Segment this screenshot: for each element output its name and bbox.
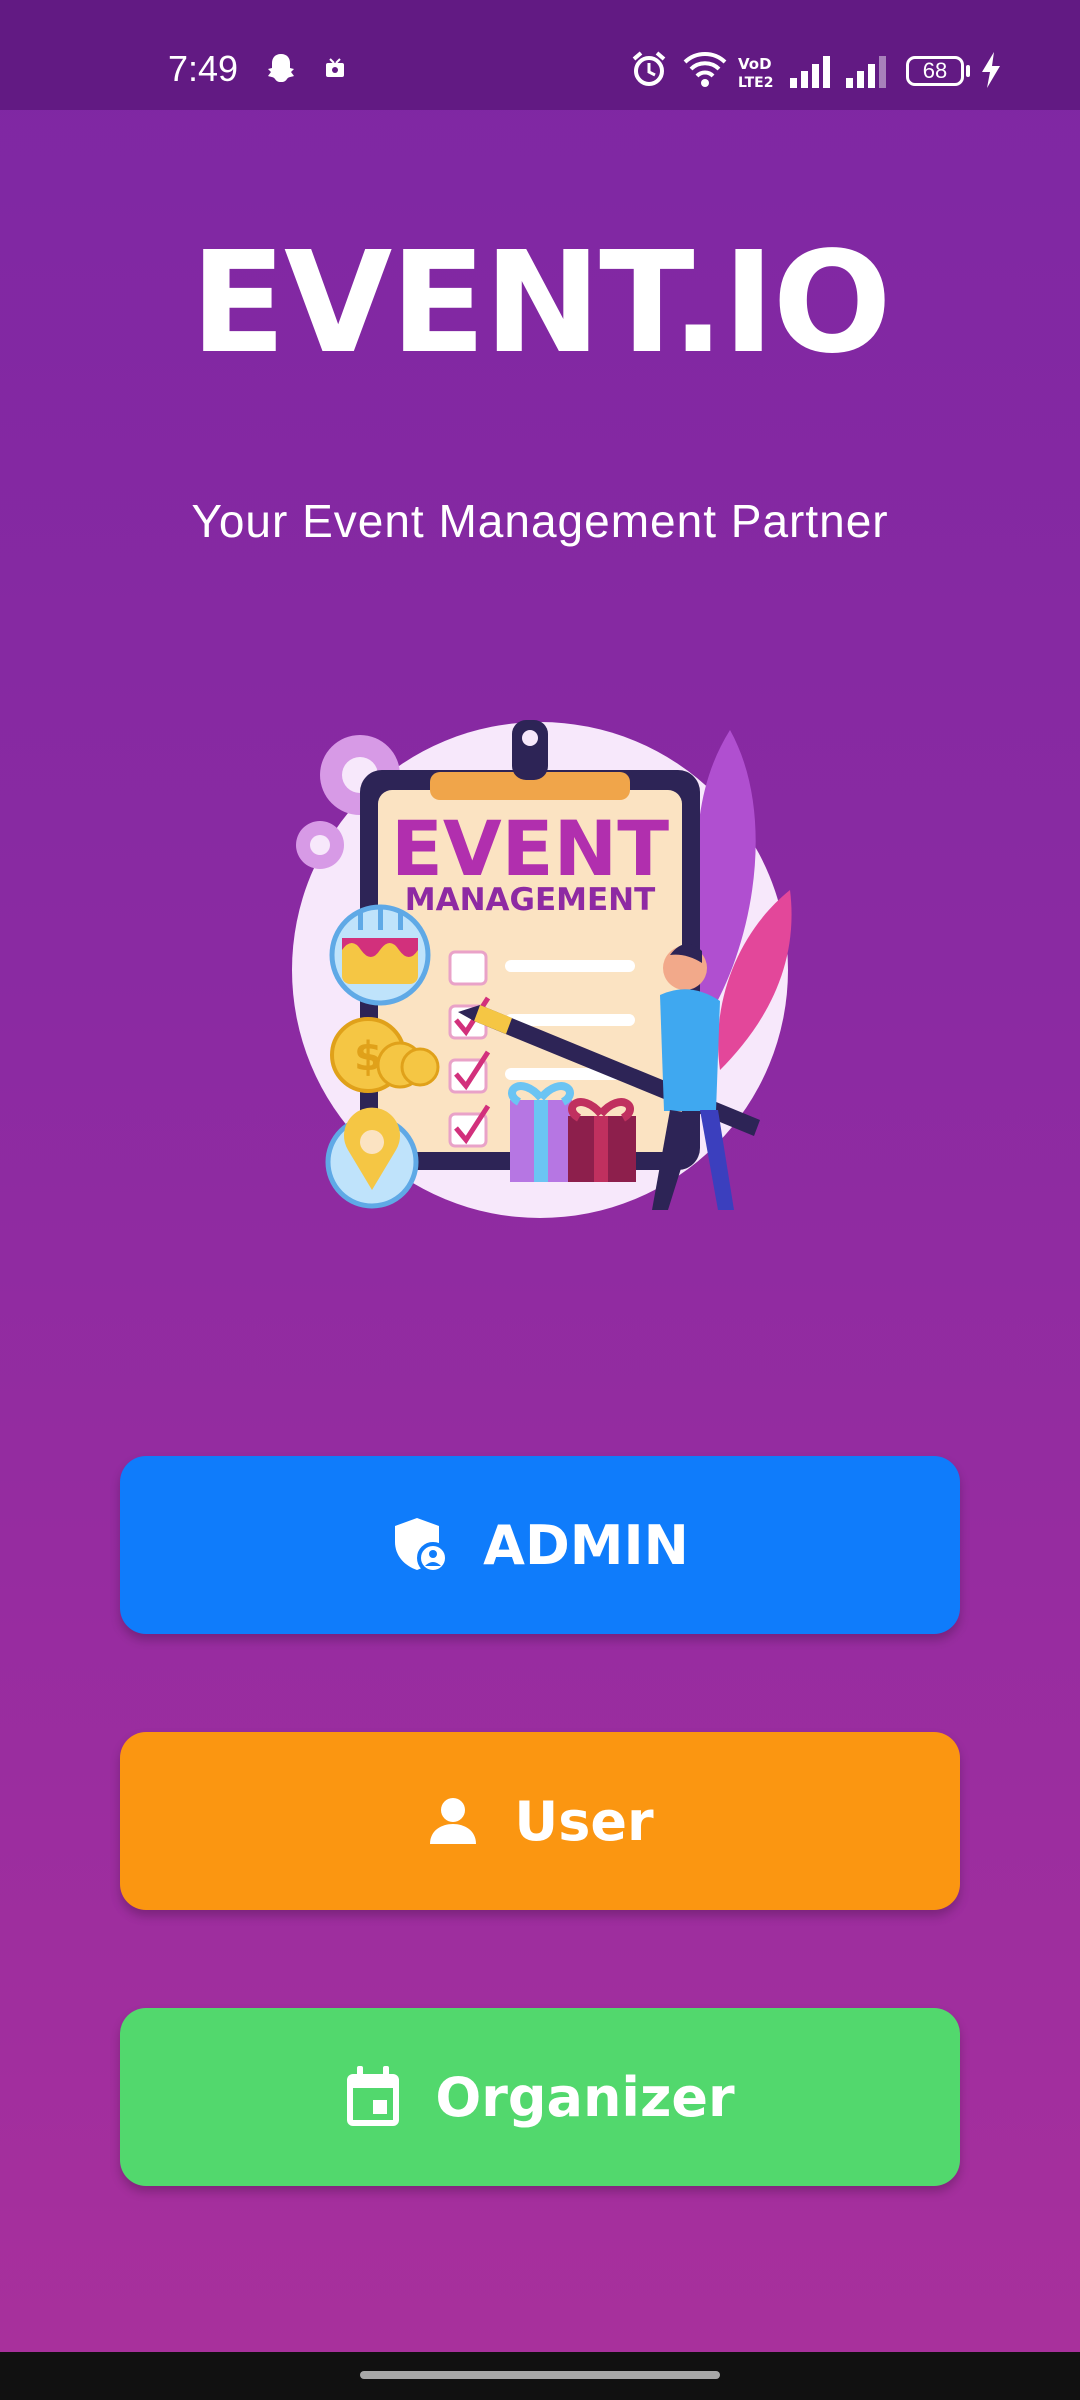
alarm-icon xyxy=(630,50,668,93)
user-button[interactable]: User xyxy=(120,1732,960,1910)
organizer-button-label: Organizer xyxy=(435,2065,735,2129)
person-icon xyxy=(426,1794,480,1848)
svg-text:LTE2: LTE2 xyxy=(738,75,773,90)
user-button-label: User xyxy=(514,1789,654,1853)
admin-button[interactable]: ADMIN xyxy=(120,1456,960,1634)
signal-icon xyxy=(790,56,834,93)
calendar-icon xyxy=(345,2066,401,2128)
admin-button-label: ADMIN xyxy=(483,1513,689,1577)
snapchat-icon xyxy=(262,50,300,93)
signal-icon-2 xyxy=(846,56,890,93)
event-management-illustration: EVENT MANAGEMENT $ xyxy=(280,700,800,1220)
gift-box-icon xyxy=(508,1082,636,1182)
app-subtitle: Your Event Management Partner xyxy=(191,495,889,547)
status-bar: 7:49 VoD LTE2 68 xyxy=(0,0,1080,110)
status-time: 7:49 xyxy=(168,48,239,89)
app-title: EVENT.IO xyxy=(190,222,891,385)
wifi-icon xyxy=(682,50,728,93)
media-icon xyxy=(324,58,346,85)
volte-icon: VoD LTE2 xyxy=(738,54,778,95)
organizer-button[interactable]: Organizer xyxy=(120,2008,960,2186)
battery-icon: 68 xyxy=(906,56,964,86)
illustration-heading: EVENT xyxy=(391,804,669,893)
charging-icon xyxy=(980,52,1002,93)
admin-shield-icon xyxy=(391,1516,450,1574)
cake-icon xyxy=(329,904,431,1006)
svg-text:$: $ xyxy=(354,1034,382,1080)
illustration-subheading: MANAGEMENT xyxy=(405,882,656,918)
svg-text:VoD: VoD xyxy=(738,55,772,73)
battery-nub xyxy=(966,65,970,77)
gesture-handle[interactable] xyxy=(360,2371,720,2379)
